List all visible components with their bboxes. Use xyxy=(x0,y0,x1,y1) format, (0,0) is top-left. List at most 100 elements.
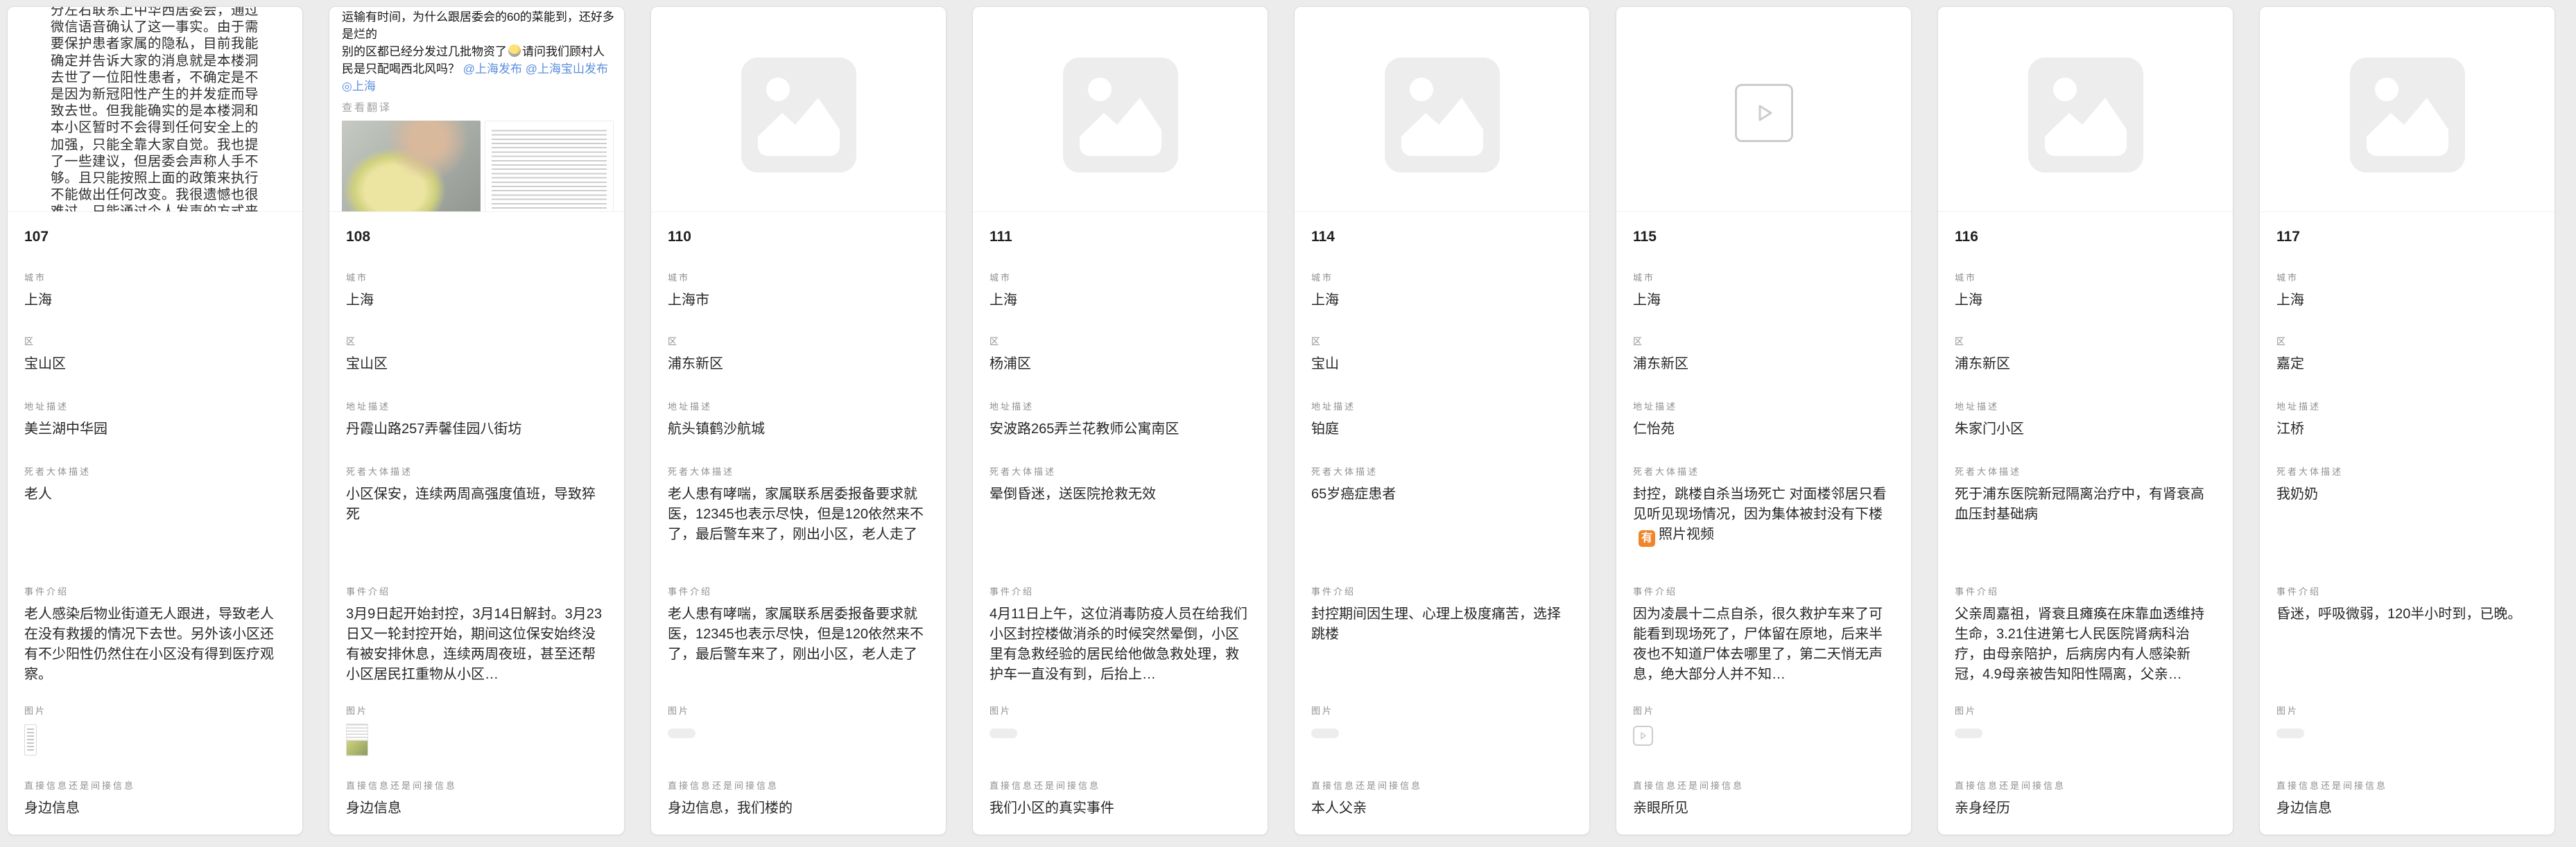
field-value-district: 杨浦区 xyxy=(989,354,1251,374)
field-label-deceased: 死者大体描述 xyxy=(668,466,929,478)
field-label-image: 图片 xyxy=(2276,705,2538,717)
weibo-attached-images xyxy=(342,121,614,211)
field-label-deceased: 死者大体描述 xyxy=(2276,466,2538,478)
field-deceased: 死者大体描述 死于浦东医院新冠隔离治疗中，有肾衰高血压封基础病 xyxy=(1955,466,2216,586)
translate-link[interactable]: 查看翻译 xyxy=(342,100,614,114)
field-label-image: 图片 xyxy=(989,705,1251,717)
play-icon xyxy=(1638,731,1648,741)
field-label-address: 地址描述 xyxy=(1955,401,2216,413)
field-value-event: 昏迷，呼吸微弱，120半小时到，已晚。 xyxy=(2276,604,2538,625)
record-card[interactable]: 114 城市 上海 区 宝山 地址描述 铂庭 死者大体描述 65岁癌症患者 事件… xyxy=(1294,6,1590,835)
record-card[interactable]: 111 城市 上海 区 杨浦区 地址描述 安波路265弄兰花教师公寓南区 死者大… xyxy=(972,6,1268,835)
field-district: 区 浦东新区 xyxy=(1633,335,1894,374)
screenshot-text-line: 分左右联系上中华西居委会，通过 xyxy=(51,7,261,19)
field-label-district: 区 xyxy=(668,335,929,348)
field-value-district: 浦东新区 xyxy=(668,354,929,374)
field-label-district: 区 xyxy=(2276,335,2538,348)
field-value-event: 因为凌晨十二点自杀，很久救护车来了可能看到现场死了，尸体留在原地，后来半夜也不知… xyxy=(1633,604,1894,685)
record-card[interactable]: 116 城市 上海 区 浦东新区 地址描述 朱家门小区 死者大体描述 死于浦东医… xyxy=(1937,6,2233,835)
field-address: 地址描述 丹霞山路257弄馨佳园八街坊 xyxy=(346,401,607,439)
field-address: 地址描述 朱家门小区 xyxy=(1955,401,2216,439)
field-value-city: 上海 xyxy=(1311,290,1573,311)
field-value-city: 上海 xyxy=(2276,290,2538,311)
weibo-text: 别的区都已经分发过几批物资了请问我们顾村人民是只配喝西北风吗？ @上海发布 @上… xyxy=(342,43,614,95)
record-card[interactable]: 分左右联系上中华西居委会，通过微信语音确认了这一事实。由于需要保护患者家属的隐私… xyxy=(7,6,303,835)
field-address: 地址描述 仁怡苑 xyxy=(1633,401,1894,439)
field-label-city: 城市 xyxy=(1633,272,1894,284)
card-cover: 运输有时间，为什么跟居委会的60的菜能到，还好多是烂的别的区都已经分发过几批物资… xyxy=(329,7,624,212)
card-content: 111 城市 上海 区 杨浦区 地址描述 安波路265弄兰花教师公寓南区 死者大… xyxy=(973,212,1268,819)
field-label-city: 城市 xyxy=(346,272,607,284)
field-direct: 直接信息还是间接信息 亲眼所见 xyxy=(1633,780,1894,819)
image-thumbnail xyxy=(1955,728,1982,738)
field-value-district: 浦东新区 xyxy=(1955,354,2216,374)
field-district: 区 宝山区 xyxy=(24,335,286,374)
image-placeholder-icon xyxy=(2028,58,2143,173)
card-id: 108 xyxy=(346,229,607,245)
field-value-event: 3月9日起开始封控，3月14日解封。3月23日又一轮封控开始，期间这位保安始终没… xyxy=(346,604,607,685)
field-image: 图片 xyxy=(668,705,929,780)
field-image: 图片 xyxy=(2276,705,2538,780)
screenshot-text-line: 够。且只能按照上面的政策来执行， xyxy=(51,170,261,186)
field-value-address: 朱家门小区 xyxy=(1955,419,2216,439)
record-card[interactable]: 运输有时间，为什么跟居委会的60的菜能到，还好多是烂的别的区都已经分发过几批物资… xyxy=(329,6,625,835)
field-value-deceased: 晕倒昏迷，送医院抢救无效 xyxy=(989,484,1251,505)
card-cover xyxy=(1938,7,2233,212)
record-card[interactable]: 117 城市 上海 区 嘉定 地址描述 江桥 死者大体描述 我奶奶 事件介绍 昏… xyxy=(2259,6,2555,835)
card-content: 117 城市 上海 区 嘉定 地址描述 江桥 死者大体描述 我奶奶 事件介绍 昏… xyxy=(2260,212,2555,819)
field-value-address: 丹霞山路257弄馨佳园八街坊 xyxy=(346,419,607,439)
screenshot-text-line: 要保护患者家属的隐私，目前我能 xyxy=(51,35,261,52)
field-value-address: 安波路265弄兰花教师公寓南区 xyxy=(989,419,1251,439)
field-address: 地址描述 航头镇鹤沙航城 xyxy=(668,401,929,439)
field-label-district: 区 xyxy=(346,335,607,348)
field-direct: 直接信息还是间接信息 本人父亲 xyxy=(1311,780,1573,819)
field-label-district: 区 xyxy=(1955,335,2216,348)
field-city: 城市 上海 xyxy=(989,272,1251,311)
field-value-direct: 亲身经历 xyxy=(1955,798,2216,819)
field-value-address: 航头镇鹤沙航城 xyxy=(668,419,929,439)
field-label-district: 区 xyxy=(1633,335,1894,348)
field-label-event: 事件介绍 xyxy=(346,586,607,598)
field-label-deceased: 死者大体描述 xyxy=(989,466,1251,478)
card-cover xyxy=(651,7,946,212)
field-value-district: 宝山区 xyxy=(346,354,607,374)
field-label-city: 城市 xyxy=(1955,272,2216,284)
field-label-image: 图片 xyxy=(1633,705,1894,717)
record-card[interactable]: 115 城市 上海 区 浦东新区 地址描述 仁怡苑 死者大体描述 封控，跳楼自杀… xyxy=(1616,6,1912,835)
field-deceased: 死者大体描述 65岁癌症患者 xyxy=(1311,466,1573,586)
field-value-district: 宝山 xyxy=(1311,354,1573,374)
card-id: 107 xyxy=(24,229,286,245)
field-label-address: 地址描述 xyxy=(346,401,607,413)
field-district: 区 宝山区 xyxy=(346,335,607,374)
field-direct: 直接信息还是间接信息 身边信息 xyxy=(24,780,286,819)
field-direct: 直接信息还是间接信息 我们小区的真实事件 xyxy=(989,780,1251,819)
card-content: 107 城市 上海 区 宝山区 地址描述 美兰湖中华园 死者大体描述 老人 事件… xyxy=(8,212,302,819)
field-value-district: 宝山区 xyxy=(24,354,286,374)
field-event: 事件介绍 老人感染后物业街道无人跟进，导致老人在没有救援的情况下去世。另外该小区… xyxy=(24,586,286,705)
field-value-event: 父亲周嘉祖，肾衰且瘫痪在床靠血透维持生命，3.21住进第七人民医院肾病科治疗，由… xyxy=(1955,604,2216,685)
cabbage-photo xyxy=(342,121,481,211)
field-city: 城市 上海 xyxy=(1633,272,1894,311)
field-label-deceased: 死者大体描述 xyxy=(1311,466,1573,478)
field-value-deceased: 封控，跳楼自杀当场死亡 对面楼邻居只看见听见现场情况，因为集体被封没有下楼有照片… xyxy=(1633,484,1894,547)
field-label-district: 区 xyxy=(989,335,1251,348)
text-screenshot-photo xyxy=(485,121,614,211)
field-value-event: 4月11日上午，这位消毒防疫人员在给我们小区封控楼做消杀的时候突然晕倒，小区里有… xyxy=(989,604,1251,685)
field-deceased: 死者大体描述 晕倒昏迷，送医院抢救无效 xyxy=(989,466,1251,586)
card-id: 111 xyxy=(989,229,1251,245)
field-value-address: 仁怡苑 xyxy=(1633,419,1894,439)
field-label-image: 图片 xyxy=(1955,705,2216,717)
record-card[interactable]: 110 城市 上海市 区 浦东新区 地址描述 航头镇鹤沙航城 死者大体描述 老人… xyxy=(650,6,946,835)
field-value-deceased: 我奶奶 xyxy=(2276,484,2538,505)
field-city: 城市 上海 xyxy=(1311,272,1573,311)
screenshot-text-line: 去世了一位阳性患者，不确定是不 xyxy=(51,69,261,86)
field-label-image: 图片 xyxy=(1311,705,1573,717)
field-value-direct: 身边信息 xyxy=(346,798,607,819)
field-label-image: 图片 xyxy=(346,705,607,717)
field-label-city: 城市 xyxy=(668,272,929,284)
field-image: 图片 xyxy=(1955,705,2216,780)
play-icon xyxy=(1749,98,1779,128)
field-label-address: 地址描述 xyxy=(1311,401,1573,413)
field-label-city: 城市 xyxy=(989,272,1251,284)
image-placeholder-icon xyxy=(2350,58,2465,173)
